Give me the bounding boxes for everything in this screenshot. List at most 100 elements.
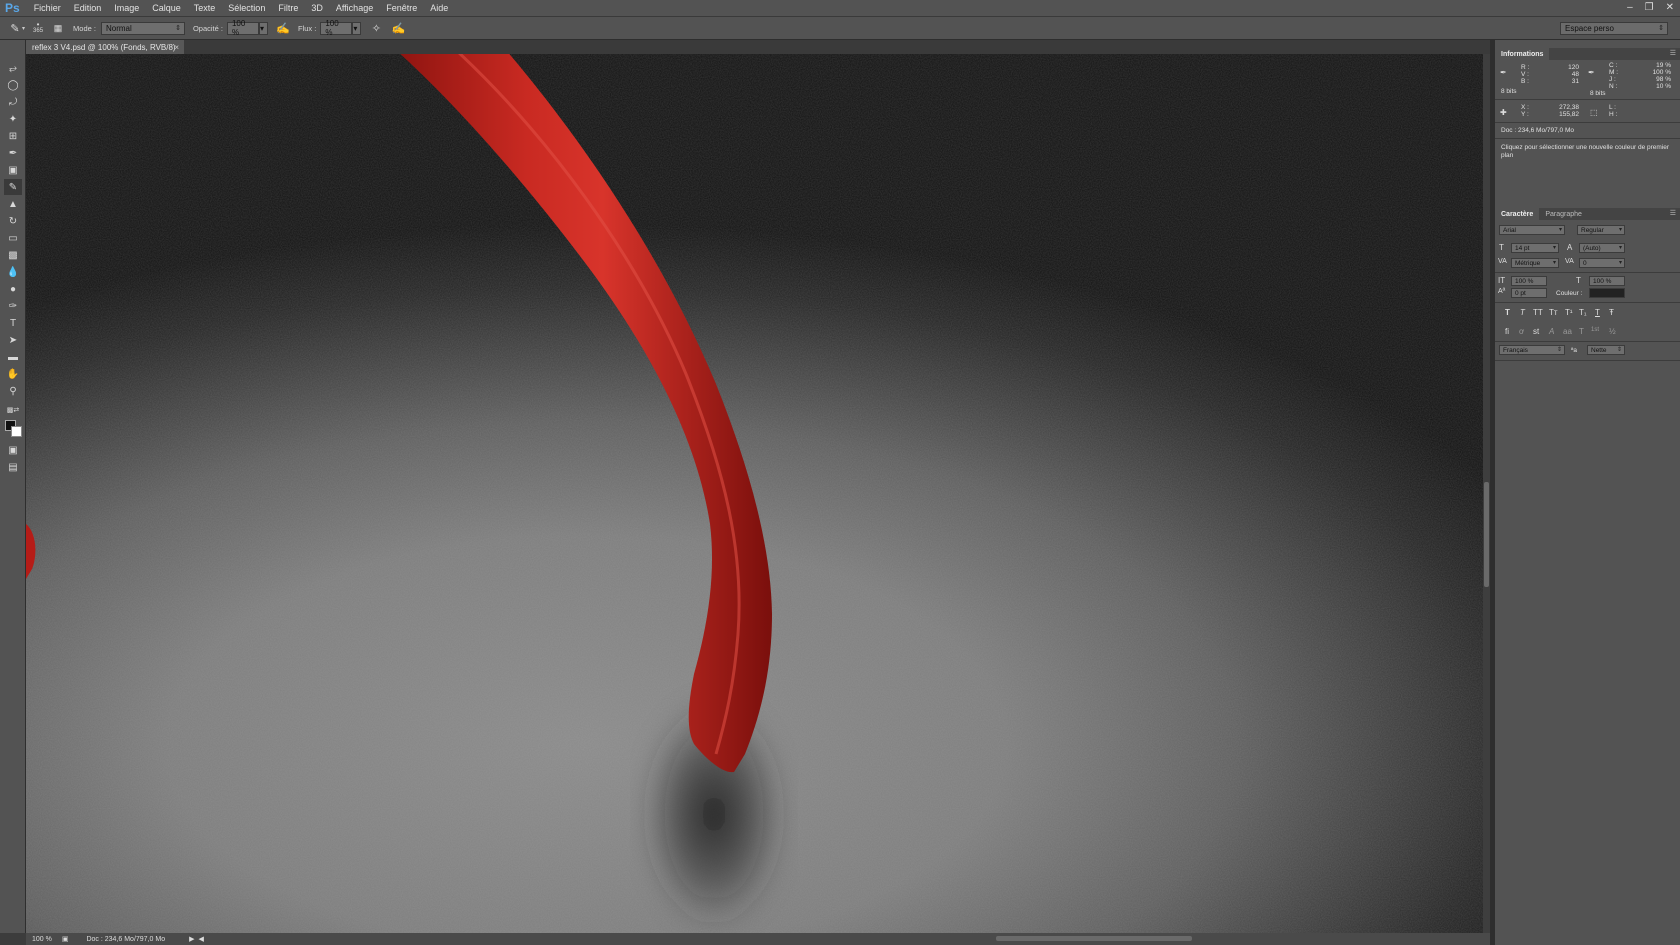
menu-fichier[interactable]: Fichier (34, 3, 61, 13)
scroll-left-icon[interactable]: ◀ (198, 935, 203, 943)
font-size-field[interactable]: 14 pt ▾ (1511, 243, 1559, 253)
document-canvas[interactable] (26, 54, 1483, 933)
antialias-value: Nette (1591, 346, 1607, 354)
text-color-swatch[interactable] (1589, 288, 1625, 298)
lasso-tool-icon[interactable]: ⤾ (4, 94, 22, 110)
brush-tool-preset[interactable]: ✎ ▾ (8, 21, 25, 35)
subscript-button[interactable]: T₁ (1579, 308, 1587, 317)
underline-button[interactable]: T (1595, 308, 1600, 317)
ordinals-button[interactable]: 1st (1591, 327, 1599, 333)
type-tool-icon[interactable]: T (4, 315, 22, 331)
ligatures-button[interactable]: fi (1505, 327, 1509, 336)
workspace-select[interactable]: Espace perso ⇕ (1560, 22, 1668, 35)
superscript-button[interactable]: T¹ (1565, 308, 1573, 317)
flow-field[interactable]: 100 % (320, 19, 353, 37)
zoom-level[interactable]: 100 % (32, 936, 52, 943)
tab-caractere[interactable]: Caractère (1495, 208, 1540, 220)
strikethrough-button[interactable]: Ŧ (1609, 308, 1614, 317)
menu-aide[interactable]: Aide (430, 3, 448, 13)
titling-alternates-button[interactable]: aa (1563, 327, 1572, 336)
rectangle-tool-icon[interactable]: ▬ (4, 349, 22, 365)
history-brush-tool-icon[interactable]: ↻ (4, 213, 22, 229)
faux-italic-button[interactable]: T (1520, 308, 1525, 317)
menu-3d[interactable]: 3D (311, 3, 323, 13)
restore-icon[interactable]: ❐ (1645, 2, 1654, 13)
pressure-opacity-button[interactable]: ✍ (276, 21, 290, 35)
vertical-scale-field[interactable]: 100 % (1511, 276, 1547, 286)
language-select[interactable]: Français ⇕ (1499, 345, 1565, 355)
opacity-field[interactable]: 100 % (226, 19, 259, 37)
status-icon[interactable]: ▣ (62, 935, 69, 943)
flow-dropdown-icon[interactable]: ▾ (352, 21, 362, 35)
close-icon[interactable]: ✕ (1666, 2, 1674, 13)
pen-tool-icon[interactable]: ✑ (4, 298, 22, 314)
airbrush-button[interactable]: ✧ (369, 21, 383, 35)
dodge-tool-icon[interactable]: ● (4, 281, 22, 297)
menu-texte[interactable]: Texte (194, 3, 216, 13)
tab-paragraphe[interactable]: Paragraphe (1539, 208, 1588, 220)
swash-button[interactable]: A (1549, 327, 1554, 336)
b-label: B : (1521, 78, 1529, 85)
eyedropper-tool-icon[interactable]: ✒ (4, 145, 22, 161)
font-style-select[interactable]: Regular ▾ (1577, 225, 1625, 235)
r-label: R : (1521, 64, 1530, 71)
menu-selection[interactable]: Sélection (228, 3, 265, 13)
vertical-scrollbar[interactable] (1483, 54, 1490, 933)
brush-icon: ✎ (10, 22, 20, 35)
crop-tool-icon[interactable]: ⊞ (4, 128, 22, 144)
contextual-button[interactable]: T (1579, 327, 1584, 336)
mode-select[interactable]: Normal ⇕ (100, 21, 185, 35)
screen-mode-icon[interactable]: ▤ (4, 459, 22, 475)
zoom-tool-icon[interactable]: ⚲ (4, 383, 22, 399)
horizontal-scale-field[interactable]: 100 % (1589, 276, 1625, 286)
magic-wand-tool-icon[interactable]: ✦ (4, 111, 22, 127)
background-color-swatch[interactable] (11, 426, 22, 437)
path-selection-tool-icon[interactable]: ➤ (4, 332, 22, 348)
pen-pressure-icon: ✍ (276, 22, 290, 35)
horizontal-scroll-thumb[interactable] (996, 936, 1192, 941)
status-arrow-icon[interactable]: ▶ (189, 935, 194, 943)
hand-tool-icon[interactable]: ✋ (4, 366, 22, 382)
menu-filtre[interactable]: Filtre (278, 3, 298, 13)
quick-mask-icon[interactable]: ▣ (4, 442, 22, 458)
brush-size-picker[interactable]: • 365 (33, 21, 43, 35)
menu-image[interactable]: Image (114, 3, 139, 13)
stylistic-alternates-button[interactable]: st (1533, 327, 1539, 336)
blur-tool-icon[interactable]: 💧 (4, 264, 22, 280)
clone-stamp-tool-icon[interactable]: ▲ (4, 196, 22, 212)
photoshop-logo: Ps (5, 1, 20, 15)
faux-bold-button[interactable]: T (1505, 308, 1510, 317)
tracking-field[interactable]: 0 ▾ (1579, 258, 1625, 268)
minimize-icon[interactable]: – (1627, 2, 1633, 13)
healing-brush-tool-icon[interactable]: ▣ (4, 162, 22, 178)
panel-menu-icon[interactable]: ☰ (1670, 209, 1676, 217)
tab-informations[interactable]: Informations (1495, 48, 1550, 60)
font-family-select[interactable]: Arial ▾ (1499, 225, 1565, 235)
move-tool-icon[interactable]: ⥂ (4, 60, 22, 76)
antialias-select[interactable]: Nette ⇕ (1587, 345, 1625, 355)
small-caps-button[interactable]: Tт (1549, 308, 1558, 317)
default-colors-icon[interactable]: ▩⇄ (4, 402, 22, 418)
baseline-shift-field[interactable]: 0 pt (1511, 288, 1547, 298)
vertical-scroll-thumb[interactable] (1484, 482, 1489, 587)
panel-menu-icon[interactable]: ☰ (1670, 49, 1676, 57)
pressure-size-button[interactable]: ✍ (391, 21, 405, 35)
marquee-tool-icon[interactable]: ◯ (4, 77, 22, 93)
fractions-button[interactable]: ½ (1609, 327, 1616, 336)
brush-tool-icon[interactable]: ✎ (4, 179, 22, 195)
menu-edition[interactable]: Edition (74, 3, 102, 13)
all-caps-button[interactable]: TT (1533, 308, 1543, 317)
tab-close-icon[interactable]: × (174, 43, 179, 52)
eraser-tool-icon[interactable]: ▭ (4, 230, 22, 246)
menu-fenetre[interactable]: Fenêtre (386, 3, 417, 13)
opacity-dropdown-icon[interactable]: ▾ (258, 21, 268, 35)
gradient-tool-icon[interactable]: ▩ (4, 247, 22, 263)
menu-affichage[interactable]: Affichage (336, 3, 373, 13)
menu-calque[interactable]: Calque (152, 3, 181, 13)
kerning-field[interactable]: Métrique ▾ (1511, 258, 1559, 268)
y-value: 155,82 (1559, 111, 1579, 118)
old-style-button[interactable]: ơ (1519, 327, 1524, 336)
document-tab[interactable]: reflex 3 V4.psd @ 100% (Fonds, RVB/8) × (26, 40, 184, 54)
leading-field[interactable]: (Auto) ▾ (1579, 243, 1625, 253)
brush-panel-toggle[interactable]: ▦ (51, 21, 65, 35)
